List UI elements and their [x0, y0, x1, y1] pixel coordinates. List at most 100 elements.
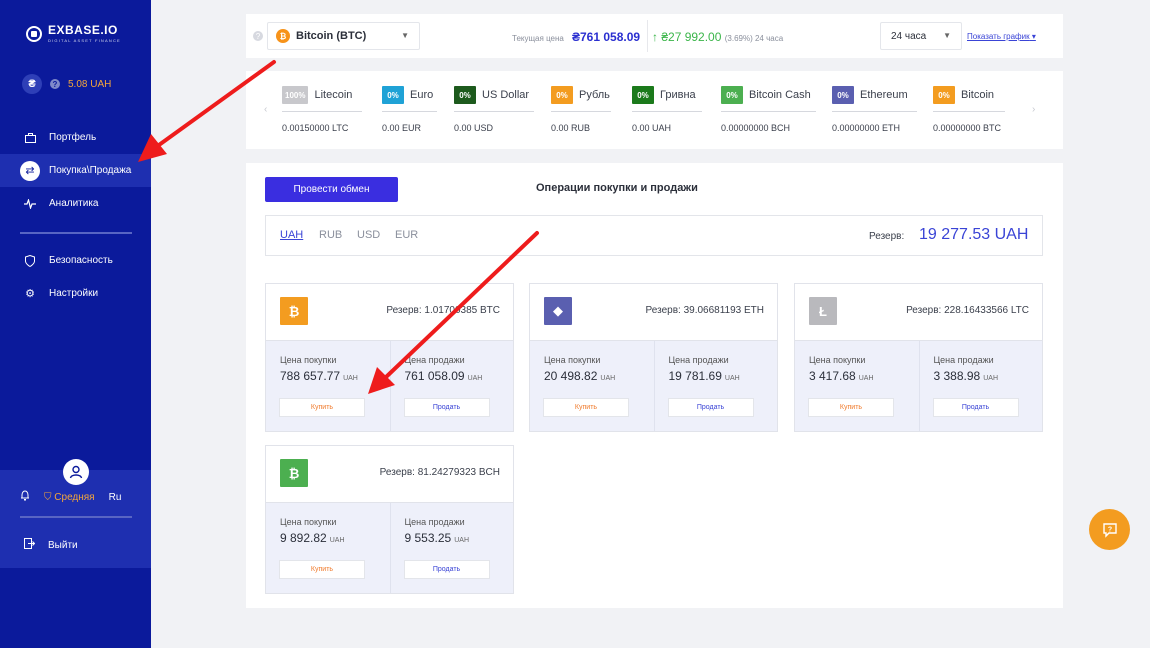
bell-icon[interactable] [20, 490, 32, 504]
chevron-left-icon[interactable]: ‹ [264, 104, 267, 115]
buy-button[interactable]: Купить [543, 398, 629, 417]
sell-price-label: Цена продажи [404, 517, 465, 527]
ticker-head: 0% Bitcoin [933, 86, 1005, 104]
logout-button[interactable]: Выйти [24, 538, 78, 552]
avatar[interactable] [63, 459, 89, 485]
sidebar-item-portfolio[interactable]: Портфель [0, 121, 151, 154]
buy-price-label: Цена покупки [280, 517, 337, 527]
currency-amount: 0.00000000 BTC [933, 123, 1002, 133]
price-change: ↑ ₴27 992.00 (3.69%) 24 часа [652, 30, 783, 44]
currency-amount: 0.00 USD [454, 123, 494, 133]
percent-badge: 0% [832, 86, 854, 104]
period-select[interactable]: 24 часа ▼ [880, 22, 962, 50]
currency-amount: 0.00 UAH [632, 123, 672, 133]
ticker-head: 0% Bitcoin Cash [721, 86, 816, 104]
buy-section: Цена покупки 3 417.68 UAH Купить [795, 341, 919, 431]
unit: UAH [343, 375, 358, 382]
reserve-label: Резерв: [869, 231, 905, 242]
exchange-button[interactable]: Провести обмен [265, 177, 398, 202]
divider [832, 111, 917, 112]
sell-button[interactable]: Продать [403, 560, 490, 579]
bitcoin-icon: ₿ [276, 29, 290, 43]
logout-icon [24, 538, 36, 552]
sell-button[interactable]: Продать [667, 398, 754, 417]
percent-badge: 0% [382, 86, 404, 104]
user-panel: ⛉ Средняя Ru Выйти [0, 459, 151, 568]
currency-name: Bitcoin [961, 89, 995, 101]
topbar: ? ₿ Bitcoin (BTC) ▼ Текущая цена ₴761 05… [246, 14, 1063, 58]
unit: UAH [983, 375, 998, 382]
ticker-head: 0% Гривна [632, 86, 702, 104]
language-switch[interactable]: Ru [109, 492, 122, 503]
buy-section: Цена покупки 20 498.82 UAH Купить [530, 341, 654, 431]
chevron-right-icon[interactable]: › [1032, 104, 1035, 115]
caret-down-icon: ▼ [401, 31, 409, 40]
ticker-item[interactable]: 0% US Dollar 0.00 USD [454, 86, 534, 133]
buy-button[interactable]: Купить [279, 560, 365, 579]
ticker-item[interactable]: 0% Bitcoin 0.00000000 BTC [933, 86, 1005, 133]
sell-price: 19 781.69 UAH [669, 369, 778, 383]
gear-icon: ⚙ [25, 288, 35, 300]
balance-amount: 5.08 UAH [68, 78, 112, 90]
sell-button[interactable]: Продать [403, 398, 490, 417]
security-level[interactable]: ⛉ Средняя [44, 492, 95, 503]
tab-eur[interactable]: EUR [395, 229, 418, 241]
unit: UAH [858, 375, 874, 382]
sidebar-item-analytics[interactable]: Аналитика [0, 187, 151, 220]
tab-usd[interactable]: USD [357, 229, 380, 241]
sell-section: Цена продажи 761 058.09 UAH Продать [389, 341, 514, 431]
currency-amount: 0.00 EUR [382, 123, 422, 133]
sell-section: Цена продажи 19 781.69 UAH Продать [653, 341, 778, 431]
ticker-item[interactable]: 0% Euro 0.00 EUR [382, 86, 437, 133]
price-label: Текущая цена [512, 34, 564, 43]
logout-label: Выйти [48, 539, 78, 551]
sidebar-item-security[interactable]: Безопасность [0, 244, 151, 277]
sell-price-value: 9 553.25 [404, 531, 452, 545]
ticker-item[interactable]: 0% Гривна 0.00 UAH [632, 86, 702, 133]
shield-icon: ⛉ [44, 491, 52, 503]
card-reserve: Резерв: 228.16433566 LTC [906, 305, 1029, 316]
sell-price: 761 058.09 UAH [405, 369, 514, 383]
sidebar-item-label: Настройки [49, 288, 99, 299]
coin-select[interactable]: ₿ Bitcoin (BTC) ▼ [267, 22, 420, 50]
help-icon[interactable]: ? [253, 31, 263, 41]
nav-top: Портфель ⇄ Покупка\Продажа Аналитика [0, 121, 151, 220]
ticker-item[interactable]: 0% Bitcoin Cash 0.00000000 BCH [721, 86, 816, 133]
price-panel: Цена покупки 3 417.68 UAH Купить Цена продаж… [795, 340, 1042, 431]
show-chart-link[interactable]: Показать график ▾ [967, 32, 1036, 41]
sidebar-divider [20, 232, 132, 234]
tab-uah[interactable]: UAH [280, 229, 303, 241]
divider [454, 111, 534, 112]
chat-button[interactable]: ? [1089, 509, 1130, 550]
help-icon[interactable]: ? [50, 79, 60, 89]
buy-price-value: 9 892.82 [280, 531, 327, 545]
sell-price-value: 19 781.69 [668, 369, 722, 383]
buy-price-value: 788 657.77 [280, 369, 341, 383]
sell-price-label: Цена продажи [933, 355, 994, 365]
unit: UAH [724, 375, 740, 382]
currency-amount: 0.00150000 LTC [282, 123, 349, 133]
buy-button[interactable]: Купить [279, 398, 365, 417]
logo[interactable]: EXBASE.IO DIGITAL ASSET FINANCE [26, 24, 121, 43]
sell-price: 3 388.98 UAH [934, 369, 1043, 383]
percent-badge: 0% [933, 86, 955, 104]
ticker-item[interactable]: 0% Ethereum 0.00000000 ETH [832, 86, 917, 133]
sidebar-item-settings[interactable]: ⚙ Настройки [0, 277, 151, 310]
currency-name: Ethereum [860, 89, 908, 101]
currency-card: ₿ Резерв: 1.01700385 BTC Цена покупки 788 6… [265, 283, 514, 432]
arrow-up-icon: ↑ [652, 30, 658, 44]
currency-card: ₿ Резерв: 81.24279323 BCH Цена покупки 9 89… [265, 445, 514, 594]
ticker-item[interactable]: 0% Рубль 0.00 RUB [551, 86, 611, 133]
caret-down-icon: ▼ [943, 31, 951, 40]
tab-rub[interactable]: RUB [319, 229, 342, 241]
unit: UAH [467, 375, 483, 382]
percent-badge: 0% [721, 86, 743, 104]
sell-button[interactable]: Продать [932, 398, 1019, 417]
currency-name: Litecoin [314, 89, 353, 101]
sidebar-item-buy-sell[interactable]: ⇄ Покупка\Продажа [0, 154, 151, 187]
ticker-item[interactable]: 100% Litecoin 0.00150000 LTC [282, 86, 362, 133]
buy-section: Цена покупки 9 892.82 UAH Купить [266, 503, 390, 593]
svg-text:?: ? [1107, 526, 1111, 533]
buy-button[interactable]: Купить [808, 398, 894, 417]
divider [551, 111, 611, 112]
